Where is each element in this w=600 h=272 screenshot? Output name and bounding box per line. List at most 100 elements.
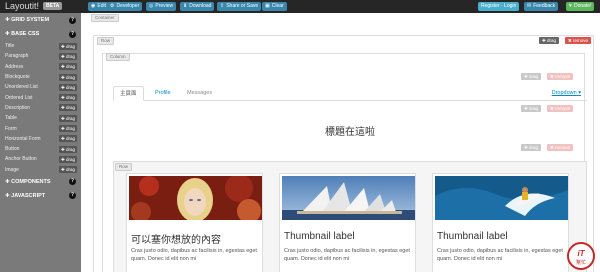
grid-system-label: ✚ GRID SYSTEM (5, 17, 50, 23)
help-icon[interactable]: ? (69, 178, 76, 186)
download-button[interactable]: ⬇ Download (180, 2, 215, 11)
thumbnail-text: Cras justo odio, dapibus ac facilisis in… (284, 248, 410, 262)
row-remove-button[interactable]: ✖ remove (565, 37, 592, 44)
thumbnail-title: 可以塞你想放的內容 (131, 235, 221, 246)
sidebar-item-label: Button (5, 146, 20, 153)
sidebar-item[interactable]: Description ✚ drag (5, 103, 77, 113)
sidebar-item[interactable]: Address ✚ drag (5, 62, 77, 72)
heading-drag-button[interactable]: ✚ drag (521, 144, 542, 151)
download-icon: ⬇ (183, 3, 188, 9)
brand[interactable]: Layoutit! BETA (5, 1, 63, 11)
beta-badge: BETA (43, 2, 63, 10)
sidebar-section-grid-system[interactable]: ✚ GRID SYSTEM ? (0, 13, 81, 27)
tab-home[interactable]: 主頁面 (113, 86, 144, 101)
sidebar-item[interactable]: Paragraph ✚ drag (5, 51, 77, 61)
drag-handle[interactable]: ✚ drag (58, 83, 77, 91)
sidebar-section-components[interactable]: ✚ COMPONENTS ? (0, 175, 81, 189)
remove-text: remove (555, 74, 571, 79)
thumbnail-image-portrait (129, 176, 262, 220)
thumbnail-title: Thumbnail label (437, 231, 508, 242)
sidebar-item-label: Description (5, 104, 31, 111)
tab-profile[interactable]: Profile (149, 86, 177, 101)
thumbnail-image-surfer (435, 176, 568, 220)
edit-button[interactable]: ◉ Edit (88, 2, 109, 11)
sidebar-item[interactable]: Title ✚ drag (5, 41, 77, 51)
drag-text: drag (529, 145, 539, 150)
register-label: Register · Login (481, 3, 517, 9)
drag-text: drag (65, 126, 75, 132)
sidebar-item[interactable]: Image ✚ drag (5, 165, 77, 175)
drag-text: drag (65, 167, 75, 173)
register-login-button[interactable]: Register · Login (478, 2, 520, 11)
ithome-watermark-logo: iT 幫忙 (566, 242, 596, 270)
drag-text: drag (65, 156, 75, 162)
drag-text: drag (65, 146, 75, 152)
thumbnail-card: Thumbnail label Cras justo odio, dapibus… (432, 173, 569, 272)
sidebar-item-label: Anchor Button (5, 156, 37, 163)
drag-text: drag (529, 74, 539, 79)
drag-handle[interactable]: ✚ drag (58, 94, 77, 102)
heading-remove-button[interactable]: ✖ remove (547, 144, 574, 151)
sidebar-item[interactable]: Ordered List ✚ drag (5, 92, 77, 102)
preview-label: Preview (155, 3, 174, 9)
sidebar-item-label: Blockquote (5, 74, 30, 81)
column-drag-button[interactable]: ✚ drag (521, 73, 542, 80)
inner-row-label: Row (115, 163, 133, 171)
help-icon[interactable]: ? (69, 192, 76, 200)
drag-handle[interactable]: ✚ drag (58, 155, 77, 163)
sidebar-item[interactable]: Form ✚ drag (5, 123, 77, 133)
drag-text: drag (65, 136, 75, 142)
thumbnail-card: 可以塞你想放的內容 Cras justo odio, dapibus ac fa… (126, 173, 263, 272)
cog-icon: ⚙ (110, 3, 115, 9)
top-navbar: Layoutit! BETA ◉ Edit ⚙ Developer ◎ Preview… (0, 0, 600, 13)
components-label: ✚ COMPONENTS (5, 178, 51, 185)
row-drag-button[interactable]: ✚ drag (539, 37, 560, 44)
column-label: Column (106, 53, 130, 61)
remove-text: remove (555, 145, 571, 150)
tab-messages[interactable]: Messages (181, 86, 218, 101)
tab-dropdown[interactable]: Dropdown ▾ (552, 86, 581, 101)
sidebar-item[interactable]: Horizontal Form ✚ drag (5, 134, 77, 144)
column-remove-button[interactable]: ✖ remove (547, 73, 574, 80)
dropdown-label: Dropdown (551, 90, 577, 96)
brand-title[interactable]: Layoutit! (5, 1, 39, 11)
drag-text: drag (65, 95, 75, 101)
trash-icon: ▣ (265, 3, 270, 9)
thumbnail-image-opera-house (282, 176, 415, 220)
sidebar-item-label: Title (5, 43, 15, 50)
feedback-button[interactable]: ✉ Feedback (524, 2, 559, 11)
element-drag-button[interactable]: ✚ drag (521, 105, 542, 112)
base-css-list: Title ✚ drag Paragraph ✚ drag Address ✚ drag B… (0, 41, 81, 175)
share-button[interactable]: ⇪ Share or Save (217, 2, 262, 11)
sidebar-item[interactable]: Unordered List ✚ drag (5, 82, 77, 92)
drag-handle[interactable]: ✚ drag (58, 125, 77, 133)
preview-button[interactable]: ◎ Preview (146, 2, 177, 11)
element-remove-button[interactable]: ✖ remove (547, 105, 574, 112)
svg-text:幫忙: 幫忙 (576, 259, 586, 266)
drag-handle[interactable]: ✚ drag (58, 145, 77, 153)
drag-handle[interactable]: ✚ drag (58, 52, 77, 60)
sidebar-item[interactable]: Button ✚ drag (5, 144, 77, 154)
sidebar-item[interactable]: Blockquote ✚ drag (5, 72, 77, 82)
sidebar-item[interactable]: Anchor Button ✚ drag (5, 154, 77, 164)
drag-handle[interactable]: ✚ drag (58, 114, 77, 122)
help-icon[interactable]: ? (69, 30, 76, 38)
clear-label: Clear (271, 3, 284, 9)
drag-handle[interactable]: ✚ drag (58, 166, 77, 174)
sidebar-section-javascript[interactable]: ✚ JAVASCRIPT ? (0, 189, 81, 203)
drag-handle[interactable]: ✚ drag (58, 104, 77, 112)
developer-label: Developer (116, 3, 140, 9)
developer-button[interactable]: ⚙ Developer (107, 2, 143, 11)
drag-handle[interactable]: ✚ drag (58, 42, 77, 50)
drag-handle[interactable]: ✚ drag (58, 135, 77, 143)
sidebar-section-base-css[interactable]: ✚ BASE CSS ? (0, 27, 81, 41)
drag-text: drag (65, 84, 75, 90)
drag-handle[interactable]: ✚ drag (58, 63, 77, 71)
drag-handle[interactable]: ✚ drag (58, 73, 77, 81)
edit-label: Edit (97, 3, 106, 9)
donate-button[interactable]: ♥ Donate! (566, 2, 595, 11)
clear-button[interactable]: ▣ Clear (262, 2, 287, 11)
drag-text: drag (65, 105, 75, 111)
sidebar-item[interactable]: Table ✚ drag (5, 113, 77, 123)
help-icon[interactable]: ? (69, 16, 76, 24)
